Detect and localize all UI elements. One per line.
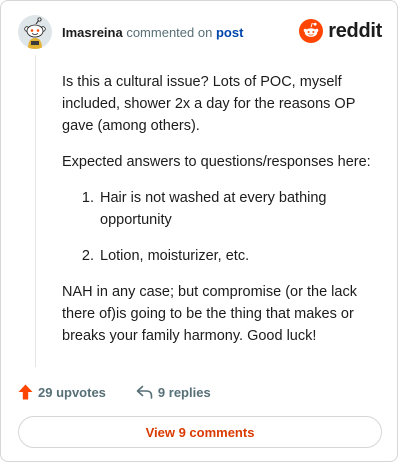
view-comments-button[interactable]: View 9 comments [18,416,382,448]
comment-actions: 29 upvotes 9 replies [18,382,211,402]
upvote-arrow-icon [18,384,33,400]
list-item: Lotion, moisturizer, etc. [98,245,380,267]
reddit-logo[interactable]: reddit [299,19,382,43]
upvote-count: 29 upvotes [38,384,106,400]
username-link[interactable]: Imasreina [62,25,123,40]
reply-count: 9 replies [157,384,211,400]
comment-header: Imasreina commented on post [62,25,243,41]
list-item: Hair is not washed at every bathing oppo… [98,187,380,231]
replies-button[interactable]: 9 replies [136,385,211,400]
user-avatar[interactable] [18,15,52,49]
reddit-wordmark: reddit [328,19,382,42]
comment-body: Is this a cultural issue? Lots of POC, m… [62,71,380,361]
reddit-snoo-logo-icon [299,19,324,43]
comment-paragraph: Expected answers to questions/responses … [62,154,371,170]
reply-arrow-icon [136,385,153,399]
comment-paragraph: Is this a cultural issue? Lots of POC, m… [62,74,356,134]
post-link[interactable]: post [216,25,243,40]
comment-card: Imasreina commented on post reddit Is th… [0,0,398,462]
commented-on-label: commented on [126,25,213,40]
upvote-button[interactable]: 29 upvotes [18,384,106,400]
comment-list: Hair is not washed at every bathing oppo… [62,187,380,267]
comment-paragraph: NAH in any case; but compromise (or the … [62,284,357,344]
snoo-avatar-icon [18,15,52,49]
thread-line [35,55,36,367]
